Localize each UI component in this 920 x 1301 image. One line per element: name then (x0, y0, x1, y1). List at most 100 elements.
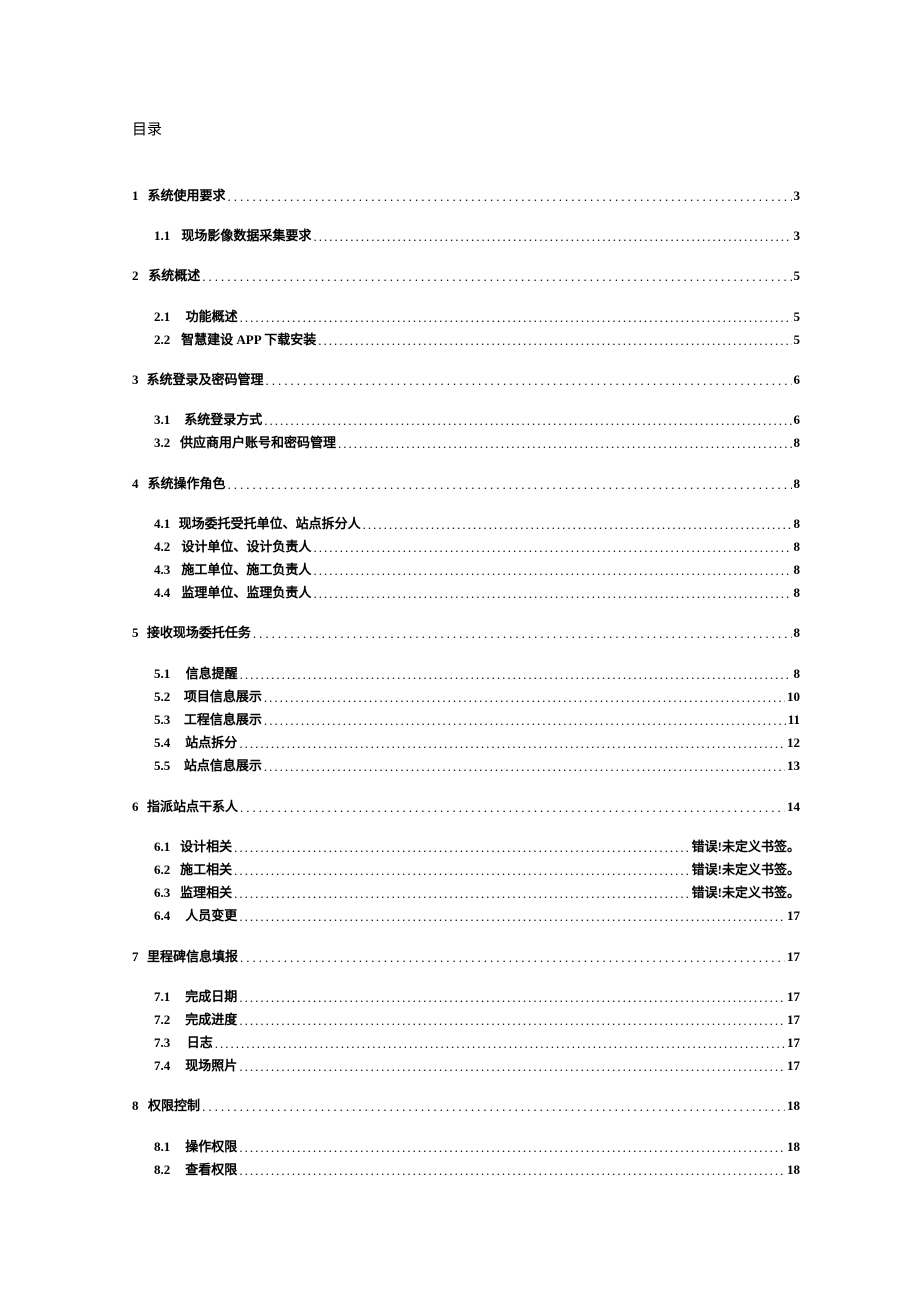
toc-leader (228, 187, 792, 205)
toc-entry-level2[interactable]: 3.2 供应商用户账号和密码管理 8 (154, 434, 800, 452)
toc-page: 错误!未定义书签。 (692, 861, 800, 879)
toc-label: 现场照片 (185, 1057, 237, 1075)
toc-number: 3 (132, 371, 146, 389)
toc-entry-level2[interactable]: 7.2 完成进度 17 (154, 1011, 800, 1029)
toc-leader (240, 665, 792, 683)
toc-number: 1.1 (154, 227, 181, 245)
toc-entry-level2[interactable]: 5.2 项目信息展示 10 (154, 688, 800, 706)
toc-entry-level2[interactable]: 5.1 信息提醒 8 (154, 665, 800, 683)
toc-entry-level1[interactable]: 6 指派站点干系人 14 (132, 798, 800, 816)
toc-leader (240, 308, 792, 326)
toc-page: 10 (787, 688, 800, 706)
toc-number: 6.1 (154, 838, 180, 856)
toc-entry-level1[interactable]: 3 系统登录及密码管理 6 (132, 371, 800, 389)
toc-label: 现场影像数据采集要求 (181, 227, 311, 245)
toc-entry-level1[interactable]: 8 权限控制 18 (132, 1097, 800, 1115)
toc-leader (215, 1034, 785, 1052)
toc-entry-level2[interactable]: 7.4 现场照片 17 (154, 1057, 800, 1075)
toc-label: 查看权限 (185, 1161, 237, 1179)
toc-label: 接收现场委托任务 (147, 624, 251, 642)
toc-label: 系统操作角色 (148, 475, 226, 493)
toc-entry-level2[interactable]: 1.1 现场影像数据采集要求 3 (154, 227, 800, 245)
toc-label: 监理相关 (180, 884, 232, 902)
toc-entry-level2[interactable]: 4.3 施工单位、施工负责人 8 (154, 561, 800, 579)
toc-label: 里程碑信息填报 (147, 948, 238, 966)
toc-entry-level2[interactable]: 5.5 站点信息展示 13 (154, 757, 800, 775)
toc-number: 6 (132, 798, 147, 816)
toc-entry-level2[interactable]: 2.2 智慧建设 APP 下载安装 5 (154, 331, 800, 349)
toc-leader (228, 475, 792, 493)
toc-label: 系统概述 (148, 267, 200, 285)
toc-label: 工程信息展示 (184, 711, 262, 729)
toc-page: 12 (787, 734, 800, 752)
toc-entry-level2[interactable]: 4.4 监理单位、监理负责人 8 (154, 584, 800, 602)
toc-entry-level2[interactable]: 3.1 系统登录方式 6 (154, 411, 800, 429)
toc-label: 功能概述 (186, 308, 238, 326)
toc-entry-level2[interactable]: 6.3 监理相关 错误!未定义书签。 (154, 884, 800, 902)
toc-entry-level2[interactable]: 2.1 功能概述 5 (154, 308, 800, 326)
toc-number: 7.1 (154, 988, 185, 1006)
table-of-contents: 1 系统使用要求 3 1.1 现场影像数据采集要求 3 2 系统概述 5 2.1 (132, 187, 800, 1179)
toc-number: 5.3 (154, 711, 184, 729)
toc-label: 权限控制 (148, 1097, 200, 1115)
toc-number: 5.4 (154, 734, 185, 752)
toc-label: 站点拆分 (185, 734, 237, 752)
toc-number: 4.4 (154, 584, 181, 602)
toc-entry-level2[interactable]: 4.2 设计单位、设计负责人 8 (154, 538, 800, 556)
toc-leader (266, 371, 792, 389)
toc-entry-level2[interactable]: 7.1 完成日期 17 (154, 988, 800, 1006)
toc-number: 7 (132, 948, 147, 966)
toc-section: 3 系统登录及密码管理 6 3.1 系统登录方式 6 3.2 供应商用户账号和密… (132, 371, 800, 453)
toc-section: 4 系统操作角色 8 4.1 现场委托受托单位、站点拆分人 8 4.2 设计单位… (132, 475, 800, 603)
toc-page: 3 (794, 187, 801, 205)
toc-label: 操作权限 (185, 1138, 237, 1156)
toc-label: 项目信息展示 (184, 688, 262, 706)
toc-entry-level2[interactable]: 7.3 日志 17 (154, 1034, 800, 1052)
toc-label: 人员变更 (185, 907, 237, 925)
toc-entry-level2[interactable]: 6.4 人员变更 17 (154, 907, 800, 925)
toc-entry-level1[interactable]: 1 系统使用要求 3 (132, 187, 800, 205)
toc-number: 4.3 (154, 561, 181, 579)
toc-section: 8 权限控制 18 8.1 操作权限 18 8.2 查看权限 18 (132, 1097, 800, 1179)
toc-entry-level2[interactable]: 8.2 查看权限 18 (154, 1161, 800, 1179)
toc-page: 8 (794, 561, 801, 579)
toc-entry-level2[interactable]: 4.1 现场委托受托单位、站点拆分人 8 (154, 515, 800, 533)
toc-page: 17 (787, 907, 800, 925)
toc-number: 6.2 (154, 861, 180, 879)
toc-leader (234, 838, 690, 856)
toc-label: 设计单位、设计负责人 (181, 538, 311, 556)
toc-number: 6.3 (154, 884, 180, 902)
toc-leader (240, 798, 785, 816)
toc-page: 8 (794, 665, 801, 683)
toc-number: 7.2 (154, 1011, 185, 1029)
toc-entry-level1[interactable]: 7 里程碑信息填报 17 (132, 948, 800, 966)
toc-leader (234, 884, 690, 902)
toc-leader (239, 1011, 785, 1029)
toc-label: 施工单位、施工负责人 (181, 561, 311, 579)
toc-label: 系统使用要求 (148, 187, 226, 205)
toc-entry-level2[interactable]: 5.3 工程信息展示 11 (154, 711, 800, 729)
toc-page: 错误!未定义书签。 (692, 884, 800, 902)
toc-leader (338, 434, 791, 452)
toc-label: 信息提醒 (186, 665, 238, 683)
toc-leader (202, 267, 791, 285)
toc-page: 5 (794, 331, 801, 349)
toc-number: 2.1 (154, 308, 186, 326)
toc-page: 5 (794, 308, 801, 326)
toc-entry-level2[interactable]: 5.4 站点拆分 12 (154, 734, 800, 752)
toc-page: 18 (787, 1138, 800, 1156)
toc-page: 18 (787, 1097, 800, 1115)
toc-entry-level1[interactable]: 2 系统概述 5 (132, 267, 800, 285)
toc-entry-level1[interactable]: 5 接收现场委托任务 8 (132, 624, 800, 642)
toc-number: 8.1 (154, 1138, 185, 1156)
toc-label: 智慧建设 APP 下载安装 (181, 331, 316, 349)
toc-leader (313, 538, 791, 556)
toc-label: 供应商用户账号和密码管理 (180, 434, 336, 452)
toc-entry-level2[interactable]: 8.1 操作权限 18 (154, 1138, 800, 1156)
toc-entry-level1[interactable]: 4 系统操作角色 8 (132, 475, 800, 493)
toc-label: 指派站点干系人 (147, 798, 238, 816)
toc-entry-level2[interactable]: 6.1 设计相关 错误!未定义书签。 (154, 838, 800, 856)
toc-entry-level2[interactable]: 6.2 施工相关 错误!未定义书签。 (154, 861, 800, 879)
toc-number: 5.1 (154, 665, 186, 683)
toc-label: 施工相关 (180, 861, 232, 879)
